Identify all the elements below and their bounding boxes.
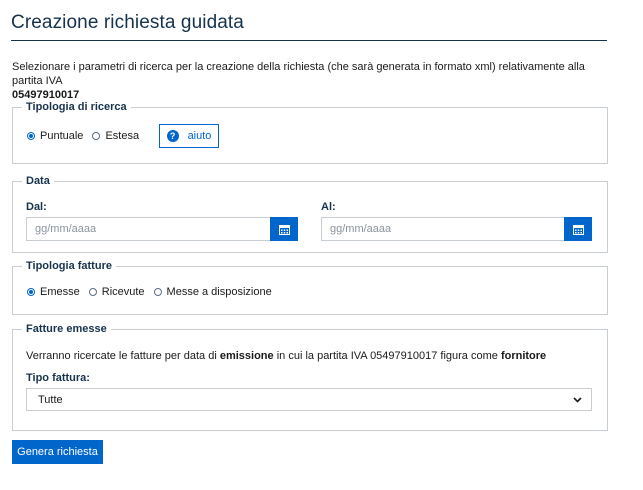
- question-circle-icon: ?: [166, 130, 179, 142]
- radio-estesa-indicator[interactable]: [92, 132, 101, 140]
- radio-emesse[interactable]: Emesse: [27, 286, 80, 298]
- radio-estesa-label: Estesa: [105, 130, 140, 142]
- desc-emissione: emissione: [219, 350, 274, 362]
- help-button[interactable]: ? aiuto: [159, 124, 219, 148]
- desc-prefix: Verranno ricercate le fatture per data d…: [26, 350, 217, 362]
- page-title: Creazione richiesta guidata: [11, 12, 244, 33]
- radio-puntuale-indicator[interactable]: [27, 132, 35, 140]
- date-from-input[interactable]: [26, 217, 271, 241]
- issued-invoices-fieldset: Fatture emesse: [12, 323, 608, 431]
- radio-messe-a-disposizione[interactable]: Messe a disposizione: [153, 286, 272, 298]
- date-to-input[interactable]: [321, 217, 565, 241]
- page: Creazione richiesta guidata Selezionare …: [0, 0, 643, 490]
- invoice-kind-label: Tipo fattura:: [26, 372, 90, 384]
- radio-ricevute[interactable]: Ricevute: [88, 286, 145, 298]
- issued-invoices-legend: Fatture emesse: [26, 323, 107, 335]
- search-type-legend: Tipologia di ricerca: [26, 101, 127, 113]
- desc-middle: in cui la partita IVA 05497910017 figura…: [276, 350, 498, 362]
- radio-messe-a-disposizione-label: Messe a disposizione: [166, 286, 272, 298]
- date-from-label: Dal:: [26, 201, 47, 213]
- calendar-icon: [572, 224, 584, 235]
- radio-puntuale-label: Puntuale: [40, 130, 84, 142]
- invoice-type-legend: Tipologia fatture: [26, 260, 112, 272]
- issued-invoices-description: Verranno ricercate le fatture per data d…: [26, 350, 546, 362]
- radio-estesa[interactable]: Estesa: [92, 130, 139, 142]
- intro-vat-number: 05497910017: [12, 89, 80, 101]
- date-to-label: Al:: [321, 201, 336, 213]
- radio-emesse-label: Emesse: [40, 286, 80, 298]
- invoice-kind-select[interactable]: Tutte: [26, 388, 592, 411]
- help-button-label: aiuto: [187, 130, 212, 142]
- date-to-calendar-button[interactable]: [564, 217, 592, 241]
- intro-text: Selezionare i parametri di ricerca per l…: [12, 60, 602, 102]
- radio-emesse-indicator[interactable]: [27, 288, 35, 296]
- intro-description: Selezionare i parametri di ricerca per l…: [12, 61, 585, 87]
- generate-request-button[interactable]: Genera richiesta: [12, 440, 103, 464]
- date-legend: Data: [26, 175, 50, 187]
- radio-puntuale[interactable]: Puntuale: [27, 130, 83, 142]
- radio-ricevute-label: Ricevute: [101, 286, 145, 298]
- radio-ricevute-indicator[interactable]: [88, 288, 97, 296]
- date-from-calendar-button[interactable]: [270, 217, 298, 241]
- chevron-down-icon: [573, 396, 582, 403]
- title-divider: [11, 40, 607, 41]
- date-fieldset: Data: [12, 175, 608, 253]
- invoice-kind-select-value: Tutte: [38, 393, 63, 406]
- invoice-type-radio-group: Emesse Ricevute Messe a disposizione: [27, 286, 281, 298]
- search-type-radio-group: Puntuale Estesa: [27, 130, 148, 142]
- desc-fornitore: fornitore: [500, 350, 547, 362]
- calendar-icon: [278, 224, 290, 235]
- radio-messe-a-disposizione-indicator[interactable]: [153, 288, 162, 296]
